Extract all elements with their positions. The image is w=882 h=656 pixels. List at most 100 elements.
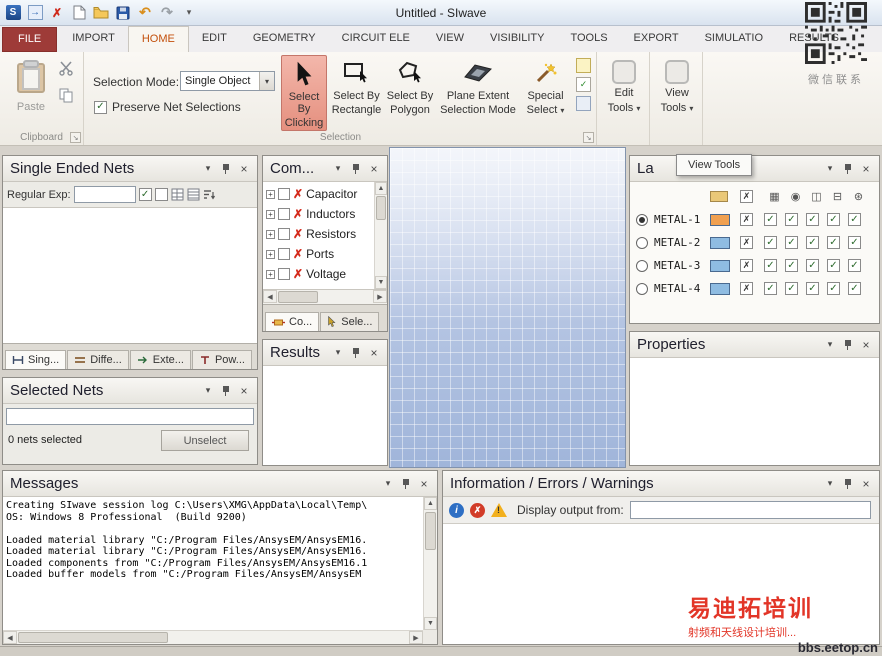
close-icon[interactable]: ×: [860, 162, 872, 176]
tab-visibility[interactable]: VISIBILITY: [477, 26, 557, 52]
scrollbar-thumb[interactable]: [18, 632, 168, 643]
pin-icon[interactable]: [843, 339, 853, 351]
dropdown-icon[interactable]: ▾: [382, 478, 394, 489]
scrollbar-thumb[interactable]: [425, 512, 436, 550]
pin-icon[interactable]: [221, 163, 231, 175]
visibility-column-icon[interactable]: ▦: [764, 190, 785, 203]
view-tools-button[interactable]: View Tools ▾: [654, 60, 700, 132]
tab-import[interactable]: IMPORT: [59, 26, 128, 52]
results-body[interactable]: [263, 366, 387, 465]
cut-icon[interactable]: [58, 60, 74, 81]
layer-color-swatch[interactable]: [710, 213, 730, 226]
layer-radio[interactable]: [636, 282, 648, 295]
select-by-clicking-button[interactable]: Select By Clicking: [281, 55, 327, 131]
layer-checkbox[interactable]: ✓: [764, 213, 777, 226]
layer-color-swatch[interactable]: [710, 259, 730, 272]
tab-extended-nets[interactable]: Exte...: [129, 350, 191, 369]
mini-tool-button-3[interactable]: [576, 96, 591, 111]
plane-extent-selection-mode-button[interactable]: Plane Extent Selection Mode: [438, 55, 518, 131]
regex-input[interactable]: [73, 186, 136, 203]
dropdown-icon[interactable]: ▾: [332, 347, 344, 358]
crossbox-icon[interactable]: ✗: [740, 236, 753, 249]
new-file-icon[interactable]: [70, 3, 88, 22]
item-checkbox[interactable]: [278, 228, 290, 240]
dropdown-icon[interactable]: ▾: [824, 163, 836, 174]
layer-checkbox[interactable]: ✓: [848, 236, 861, 249]
properties-body[interactable]: [630, 358, 879, 465]
clipboard-dialog-launcher-icon[interactable]: ↘: [70, 132, 81, 143]
selected-nets-input[interactable]: [6, 408, 254, 425]
item-checkbox[interactable]: [278, 188, 290, 200]
selection-mode-dropdown[interactable]: Single Object ▾: [180, 71, 275, 91]
scroll-left-icon[interactable]: ◀: [3, 631, 17, 644]
layer-checkbox[interactable]: ✓: [806, 282, 819, 295]
scroll-up-icon[interactable]: ▲: [375, 182, 387, 195]
select-by-rectangle-button[interactable]: Select By Rectangle: [331, 55, 382, 131]
layer-checkbox[interactable]: ✓: [827, 259, 840, 272]
scroll-right-icon[interactable]: ▶: [373, 290, 387, 303]
copy-icon[interactable]: [58, 87, 74, 108]
error-filter-icon[interactable]: ✗: [470, 502, 485, 518]
item-checkbox[interactable]: [278, 208, 290, 220]
pin-icon[interactable]: [401, 478, 411, 490]
app-icon[interactable]: S: [4, 3, 22, 22]
filter-checkbox-checked[interactable]: ✓: [138, 188, 152, 201]
select-by-polygon-button[interactable]: Select By Polygon: [385, 55, 435, 131]
open-folder-icon[interactable]: [92, 3, 110, 22]
expand-icon[interactable]: +: [266, 269, 275, 279]
scrollbar-thumb[interactable]: [278, 291, 318, 303]
layer-checkbox[interactable]: ✓: [848, 213, 861, 226]
layer-checkbox[interactable]: ✓: [806, 236, 819, 249]
layer-checkbox[interactable]: ✓: [848, 259, 861, 272]
tab-differential-pairs[interactable]: Diffe...: [67, 350, 129, 369]
tab-export[interactable]: EXPORT: [621, 26, 692, 52]
scroll-down-icon[interactable]: ▼: [375, 276, 387, 289]
tree-item-resistors[interactable]: + ✗ Resistors: [263, 224, 387, 244]
dropdown-icon[interactable]: ▾: [202, 163, 214, 174]
tab-simulation[interactable]: SIMULATIO: [692, 26, 776, 52]
scroll-right-icon[interactable]: ▶: [409, 631, 423, 644]
layer-checkbox[interactable]: ✓: [848, 282, 861, 295]
paste-button[interactable]: Paste: [7, 56, 55, 130]
special-select-button[interactable]: Special Select ▾: [521, 55, 570, 131]
layer-color-swatch[interactable]: [710, 282, 730, 295]
layer-checkbox[interactable]: ✓: [764, 282, 777, 295]
item-checkbox[interactable]: [278, 268, 290, 280]
scroll-left-icon[interactable]: ◀: [263, 290, 277, 303]
select-column-icon[interactable]: ◉: [785, 190, 806, 203]
edit-tools-button[interactable]: Edit Tools ▾: [601, 60, 647, 132]
close-icon[interactable]: ×: [238, 384, 250, 398]
item-checkbox[interactable]: [278, 248, 290, 260]
crossbox-icon[interactable]: ✗: [740, 259, 753, 272]
lock-column-icon[interactable]: ⊟: [827, 190, 848, 203]
redo-icon[interactable]: ↷: [158, 3, 176, 22]
display-output-input[interactable]: [629, 501, 871, 519]
layer-checkbox[interactable]: ✓: [827, 282, 840, 295]
net-grid-icon[interactable]: [171, 188, 184, 201]
close-icon[interactable]: ×: [860, 338, 872, 352]
layer-checkbox[interactable]: ✓: [764, 236, 777, 249]
tab-single-ended-nets[interactable]: Sing...: [5, 350, 67, 369]
close-icon[interactable]: ×: [418, 477, 430, 491]
pin-icon[interactable]: [221, 385, 231, 397]
tree-item-capacitors[interactable]: + ✗ Capacitor: [263, 184, 387, 204]
dropdown-icon[interactable]: ▾: [824, 339, 836, 350]
layer-radio[interactable]: [636, 213, 648, 226]
single-ended-nets-list[interactable]: [3, 208, 257, 343]
save-icon[interactable]: [114, 3, 132, 22]
sort-icon[interactable]: [203, 188, 216, 201]
layer-checkbox[interactable]: ✓: [785, 259, 798, 272]
tab-edit[interactable]: EDIT: [189, 26, 240, 52]
layer-checkbox[interactable]: ✓: [827, 236, 840, 249]
scroll-up-icon[interactable]: ▲: [424, 497, 437, 510]
tree-item-ports[interactable]: + ✗ Ports: [263, 244, 387, 264]
pin-icon[interactable]: [351, 163, 361, 175]
net-list-icon[interactable]: [187, 188, 200, 201]
tab-view[interactable]: VIEW: [423, 26, 477, 52]
pin-icon[interactable]: [351, 347, 361, 359]
import-icon[interactable]: →: [26, 3, 44, 22]
warning-filter-icon[interactable]: !: [491, 503, 507, 517]
layer-checkbox[interactable]: ✓: [785, 213, 798, 226]
preserve-net-selections-checkbox[interactable]: ✓ Preserve Net Selections: [94, 100, 241, 114]
layer-checkbox[interactable]: ✓: [806, 259, 819, 272]
